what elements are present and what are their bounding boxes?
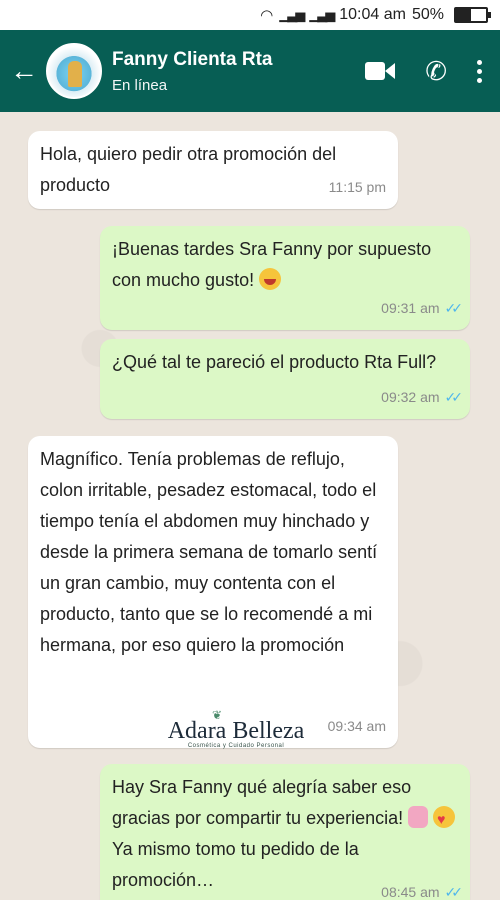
message-bubble[interactable]: ¡Buenas tardes Sra Fanny por supuesto co… (100, 226, 470, 330)
wifi-icon: ◠ (260, 7, 274, 24)
praying-hands-emoji-icon (408, 806, 429, 828)
smiling-hearts-emoji-icon (433, 804, 456, 835)
message-text-part1: Hay Sra Fanny qué alegría saber eso grac… (112, 777, 412, 828)
video-call-icon[interactable] (365, 62, 396, 80)
message-time: 09:32 am (381, 389, 440, 405)
watermark-brand: Adara Belleza (167, 718, 305, 744)
battery-icon (454, 7, 491, 23)
back-arrow-icon[interactable]: ← (2, 55, 46, 87)
more-options-icon[interactable] (477, 59, 482, 83)
read-ticks-icon: ✓✓ (444, 300, 464, 316)
watermark-logo: ❦ Adara Belleza Cosmética y Cuidado Pers… (156, 708, 316, 749)
message-time: 08:45 am (381, 884, 440, 900)
signal-icon: ▁▃▅ (279, 7, 305, 22)
message-text: ¿Qué tal te pareció el producto Rta Full… (112, 352, 437, 372)
message-bubble[interactable]: Hay Sra Fanny qué alegría saber eso grac… (100, 764, 470, 900)
avatar[interactable] (46, 43, 102, 99)
chat-header: ← Fanny Clienta Rta En línea ✆ (0, 30, 500, 112)
message-text: ¡Buenas tardes Sra Fanny por supuesto co… (112, 234, 456, 296)
signal-icon-2: ▁▃▅ (309, 7, 335, 22)
phone-icon[interactable]: ✆ (425, 58, 447, 84)
contact-info[interactable]: Fanny Clienta Rta En línea (112, 49, 365, 94)
read-ticks-icon: ✓✓ (444, 884, 464, 900)
status-time: 10:04 am (339, 6, 406, 23)
message-text: Magnífico. Tenía problemas de reflujo, c… (40, 449, 378, 655)
status-bar: ◠ ▁▃▅ ▁▃▅ 10:04 am 50% (0, 0, 500, 30)
presence-status: En línea (112, 76, 168, 94)
message-time: 09:34 am (327, 718, 386, 734)
message-text-part2: Ya mismo tomo tu pedido de la promoción… (112, 839, 359, 890)
message-bubble[interactable]: Magnífico. Tenía problemas de reflujo, c… (28, 436, 398, 748)
message-time: 09:31 am (381, 300, 440, 316)
leaf-icon: ❦ (212, 708, 223, 722)
message-time: 11:15 pm (328, 179, 386, 195)
smile-emoji-icon (259, 268, 282, 290)
contact-name: Fanny Clienta Rta (112, 48, 273, 70)
message-bubble[interactable]: ¿Qué tal te pareció el producto Rta Full… (100, 339, 470, 419)
chat-area[interactable]: Hola, quiero pedir otra promoción del pr… (0, 112, 500, 900)
battery-percent: 50% (411, 6, 444, 23)
message-bubble[interactable]: Hola, quiero pedir otra promoción del pr… (28, 131, 398, 209)
read-ticks-icon: ✓✓ (444, 389, 464, 405)
